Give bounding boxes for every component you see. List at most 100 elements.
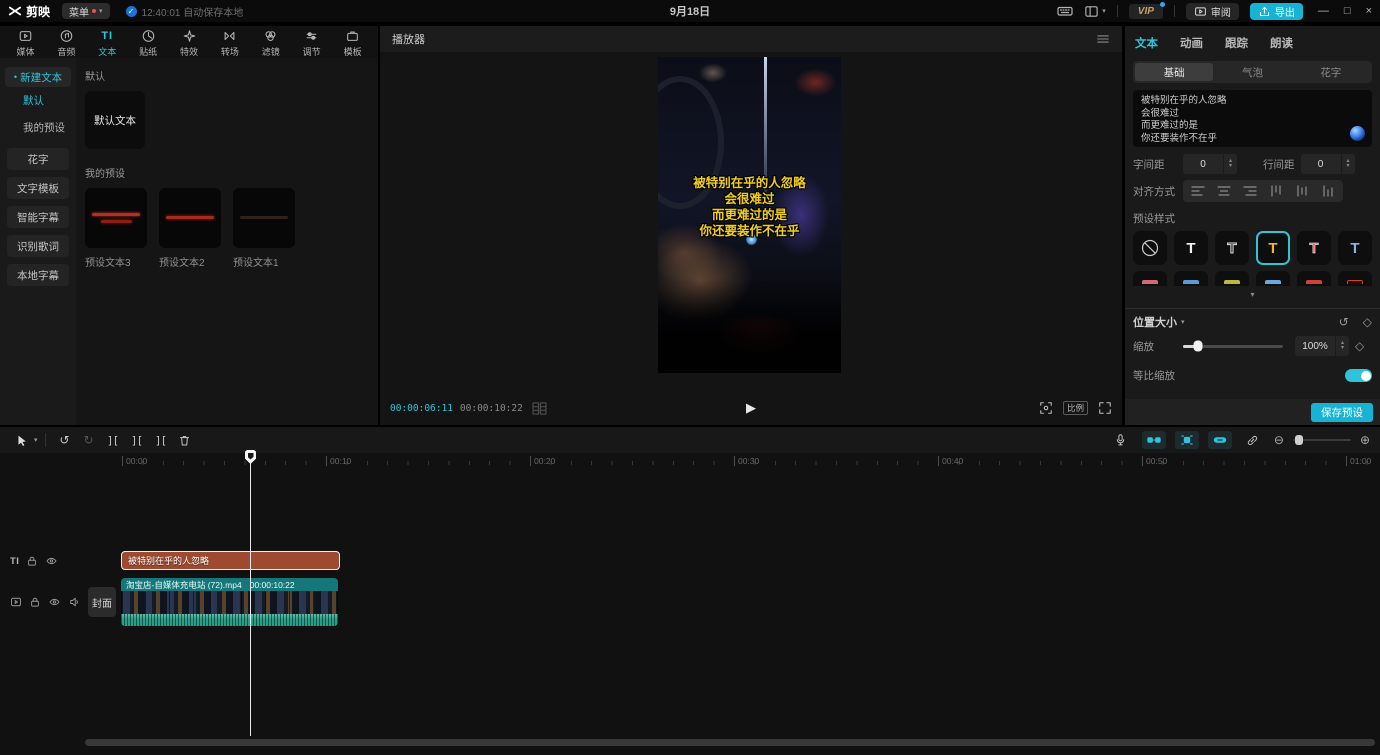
minimize-button[interactable]: — — [1318, 5, 1329, 17]
shortcut-keyboard-icon[interactable] — [1057, 3, 1073, 19]
sidebar-item-text-template[interactable]: 文字模板 — [7, 177, 69, 199]
style-blue[interactable]: T — [1338, 231, 1372, 265]
chevron-down-icon[interactable]: ▾ — [34, 436, 38, 444]
sidebar-item-auto-captions[interactable]: 智能字幕 — [7, 206, 69, 228]
delete-button[interactable] — [173, 434, 197, 447]
auto-snap-toggle[interactable] — [1142, 431, 1166, 449]
collapse-icon[interactable]: ▾ — [1181, 318, 1185, 326]
lock-icon[interactable] — [29, 596, 41, 608]
sidebar-item-new-text[interactable]: • 新建文本 — [5, 67, 71, 87]
subtitle-overlay[interactable]: 被特别在乎的人忽略 会很难过 而更难过的是 你还要装作不在乎 — [658, 175, 841, 239]
style-none[interactable] — [1133, 231, 1167, 265]
fullscreen-icon[interactable] — [1098, 401, 1112, 415]
slider-thumb[interactable] — [1295, 435, 1303, 445]
sidebar-item-lyrics-recognition[interactable]: 识别歌词 — [7, 235, 69, 257]
sidebar-item-my-presets[interactable]: 我的预设 — [0, 114, 76, 141]
cover-button[interactable]: 封面 — [88, 587, 116, 617]
text-clip[interactable]: 被特别在乎的人忽略 — [121, 551, 340, 570]
preset-tile[interactable]: 预设文本3 — [85, 188, 147, 269]
tab-transition[interactable]: 转场 — [209, 29, 250, 58]
split-delete-right-button[interactable]: ][ — [149, 434, 173, 447]
eye-icon[interactable] — [48, 596, 61, 608]
preset-tile[interactable]: 预设文本2 — [159, 188, 221, 269]
app-logo[interactable]: 剪映 — [8, 3, 50, 20]
scale-stepper[interactable]: 100% ▴▾ — [1295, 336, 1349, 356]
sidebar-item-local-subtitles[interactable]: 本地字幕 — [7, 264, 69, 286]
style-white[interactable]: T — [1174, 231, 1208, 265]
maximize-button[interactable]: □ — [1344, 5, 1351, 17]
expand-styles-button[interactable]: ▾ — [1125, 289, 1380, 300]
subtab-bubble[interactable]: 气泡 — [1213, 63, 1291, 81]
style-tile[interactable] — [1297, 271, 1331, 286]
tab-filter[interactable]: 滤镜 — [250, 29, 291, 58]
sidebar-item-fancy-text[interactable]: 花字 — [7, 148, 69, 170]
tab-tracking[interactable]: 跟踪 — [1225, 35, 1248, 51]
style-tile[interactable] — [1133, 271, 1167, 286]
player-menu-icon[interactable] — [1096, 32, 1110, 46]
stepper-arrows[interactable]: ▴▾ — [1223, 154, 1237, 174]
review-button[interactable]: 审阅 — [1186, 3, 1239, 20]
stepper-arrows[interactable]: ▴▾ — [1335, 336, 1349, 356]
zoom-out-button[interactable]: ⊖ — [1274, 433, 1284, 447]
tab-animation[interactable]: 动画 — [1180, 35, 1203, 51]
preview-quality-icon[interactable] — [1039, 401, 1053, 415]
align-vertical-center-button[interactable] — [1289, 181, 1315, 201]
tab-adjust[interactable]: 调节 — [291, 29, 332, 58]
align-vertical-bottom-button[interactable] — [1315, 181, 1341, 201]
layout-switch-button[interactable]: ▾ — [1084, 4, 1106, 19]
reset-icon[interactable]: ↺ — [1339, 315, 1349, 329]
redo-button[interactable]: ↻ — [77, 433, 101, 447]
undo-button[interactable]: ↺ — [53, 433, 77, 447]
play-button[interactable]: ▶ — [746, 400, 756, 416]
link-materials-button[interactable] — [1241, 434, 1265, 447]
split-delete-left-button[interactable]: ][ — [125, 434, 149, 447]
sidebar-item-default[interactable]: 默认 — [0, 87, 76, 114]
zoom-in-button[interactable]: ⊕ — [1360, 433, 1370, 447]
tab-tts[interactable]: 朗读 — [1270, 35, 1293, 51]
tab-sticker[interactable]: 贴纸 — [128, 29, 169, 58]
align-right-button[interactable] — [1237, 181, 1263, 201]
timeline-zoom-slider[interactable] — [1293, 439, 1351, 441]
align-left-button[interactable] — [1185, 181, 1211, 201]
ai-write-icon[interactable] — [1350, 126, 1365, 141]
tab-template[interactable]: 模板 — [332, 29, 373, 58]
tab-text[interactable]: TI 文本 — [87, 29, 128, 58]
ratio-button[interactable]: 比例 — [1063, 401, 1088, 415]
align-center-button[interactable] — [1211, 181, 1237, 201]
menu-button[interactable]: 菜单 ▾ — [62, 3, 110, 19]
tab-audio[interactable]: 音频 — [46, 29, 87, 58]
default-text-tile[interactable]: 默认文本 — [85, 91, 145, 149]
preset-tile[interactable]: 预设文本1 — [233, 188, 295, 269]
split-button[interactable]: ][ — [101, 434, 125, 447]
keyframe-icon[interactable]: ◇ — [1355, 339, 1364, 353]
line-spacing-stepper[interactable]: 0 ▴▾ — [1301, 154, 1355, 174]
tab-effects[interactable]: 特效 — [169, 29, 210, 58]
preview-axis-toggle[interactable] — [1208, 431, 1232, 449]
video-clip[interactable]: 淘宝店-自媒体充电站 (72).mp4 00:00:10:22 — [121, 578, 338, 626]
timeline-area[interactable]: 00:00 00:10 00:20 00:30 00:40 00:50 01:0… — [0, 453, 1380, 755]
subtab-fancy[interactable]: 花字 — [1292, 63, 1370, 81]
tab-text-settings[interactable]: 文本 — [1135, 35, 1158, 51]
save-preset-button[interactable]: 保存预设 — [1311, 403, 1373, 422]
letter-spacing-stepper[interactable]: 0 ▴▾ — [1183, 154, 1237, 174]
select-tool-button[interactable] — [10, 434, 34, 447]
frame-view-icon[interactable] — [532, 402, 547, 415]
style-tile[interactable] — [1338, 271, 1372, 286]
style-tile[interactable] — [1215, 271, 1249, 286]
linkage-toggle[interactable] — [1175, 431, 1199, 449]
close-button[interactable]: × — [1366, 5, 1372, 17]
video-preview[interactable]: 被特别在乎的人忽略 会很难过 而更难过的是 你还要装作不在乎 — [658, 57, 841, 373]
align-vertical-top-button[interactable] — [1263, 181, 1289, 201]
record-voiceover-button[interactable] — [1109, 433, 1133, 447]
timeline-horizontal-scrollbar[interactable] — [85, 739, 1375, 746]
style-tile[interactable] — [1174, 271, 1208, 286]
subtab-basic[interactable]: 基础 — [1135, 63, 1213, 81]
speaker-icon[interactable] — [68, 596, 81, 608]
eye-icon[interactable] — [45, 555, 58, 567]
scale-slider[interactable] — [1183, 345, 1283, 348]
uniform-scale-toggle[interactable] — [1345, 369, 1372, 382]
export-button[interactable]: 导出 — [1250, 3, 1303, 20]
style-yellow-selected[interactable]: T — [1256, 231, 1290, 265]
lock-icon[interactable] — [26, 555, 38, 567]
keyframe-icon[interactable]: ◇ — [1363, 315, 1372, 329]
